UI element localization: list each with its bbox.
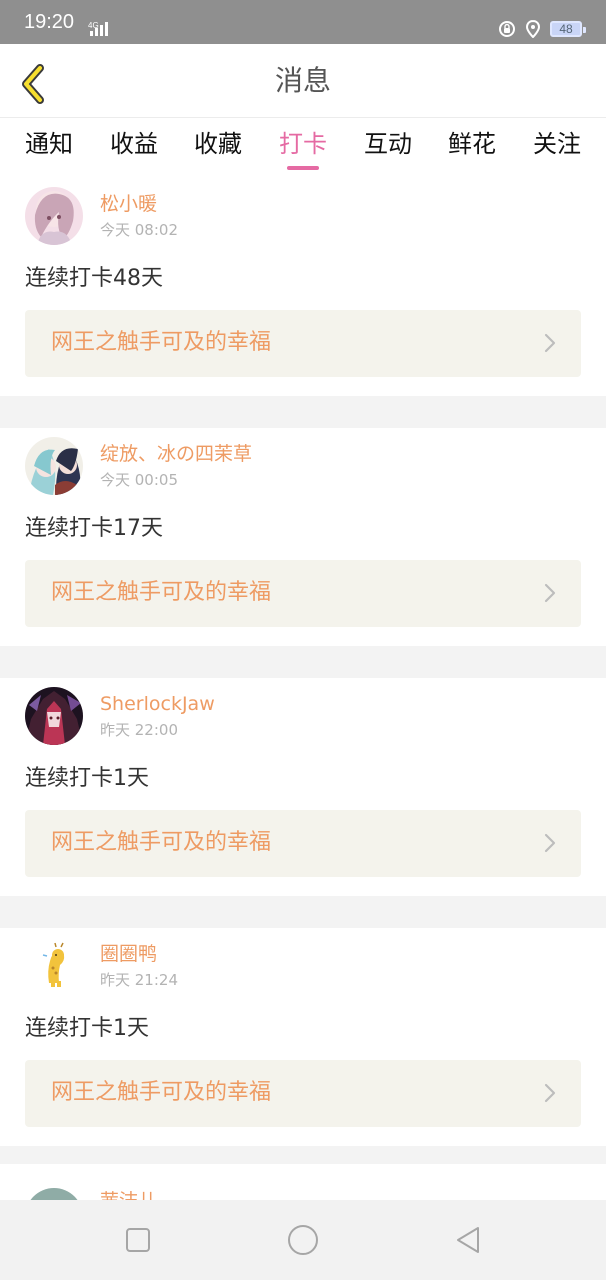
tab-flowers[interactable]: 鲜花 xyxy=(448,128,496,160)
novel-title: 网王之触手可及的幸福 xyxy=(51,330,272,355)
back-nav-button[interactable] xyxy=(452,1224,484,1256)
novel-link[interactable]: 网王之触手可及的幸福 xyxy=(25,1060,581,1127)
chevron-right-icon xyxy=(544,1083,556,1103)
avatar[interactable] xyxy=(25,187,83,245)
system-navigation-bar xyxy=(0,1200,606,1280)
chevron-right-icon xyxy=(544,583,556,603)
chevron-right-icon xyxy=(544,833,556,853)
message-card-partial: 茜沫儿 xyxy=(0,1164,606,1200)
message-card: 绽放、冰の四茉草 今天 00:05 连续打卡17天 网王之触手可及的幸福 xyxy=(0,428,606,646)
avatar[interactable] xyxy=(25,437,83,495)
active-tab-indicator xyxy=(287,166,319,170)
avatar[interactable] xyxy=(25,687,83,745)
tab-checkin[interactable]: 打卡 xyxy=(279,128,327,160)
avatar[interactable] xyxy=(25,1188,83,1200)
battery-indicator: 48 xyxy=(550,21,586,37)
avatar[interactable] xyxy=(25,937,83,995)
message-tabs: 通知 收益 收藏 打卡 互动 鲜花 关注 xyxy=(0,118,606,178)
status-time: 19:20 xyxy=(24,11,75,33)
timestamp: 今天 00:05 xyxy=(100,471,178,489)
checkin-streak: 连续打卡17天 xyxy=(25,516,163,541)
message-card: SherlockJaw 昨天 22:00 连续打卡1天 网王之触手可及的幸福 xyxy=(0,678,606,896)
home-button[interactable] xyxy=(287,1224,319,1256)
divider xyxy=(0,896,606,928)
header: 消息 xyxy=(0,44,606,118)
square-icon xyxy=(126,1228,150,1252)
novel-title: 网王之触手可及的幸福 xyxy=(51,830,272,855)
tab-following[interactable]: 关注 xyxy=(533,128,581,160)
circle-icon xyxy=(288,1225,318,1255)
lock-rotation-icon xyxy=(499,21,515,37)
recent-apps-button[interactable] xyxy=(122,1224,154,1256)
username[interactable]: 茜沫儿 xyxy=(100,1189,157,1200)
checkin-streak: 连续打卡48天 xyxy=(25,266,163,291)
divider xyxy=(0,646,606,678)
username[interactable]: 绽放、冰の四茉草 xyxy=(100,442,252,466)
tab-favorites[interactable]: 收藏 xyxy=(194,128,242,160)
tab-notifications[interactable]: 通知 xyxy=(25,128,73,160)
timestamp: 今天 08:02 xyxy=(100,221,178,239)
tab-earnings[interactable]: 收益 xyxy=(110,128,158,160)
novel-title: 网王之触手可及的幸福 xyxy=(51,1080,272,1105)
signal-icon xyxy=(90,22,108,36)
divider xyxy=(0,396,606,428)
page-title: 消息 xyxy=(274,64,331,97)
message-card: 圈圈鸭 昨天 21:24 连续打卡1天 网王之触手可及的幸福 xyxy=(0,928,606,1146)
username[interactable]: 圈圈鸭 xyxy=(100,942,157,966)
anime-avatar-pink-icon xyxy=(25,187,83,245)
username[interactable]: SherlockJaw xyxy=(100,692,215,716)
novel-link[interactable]: 网王之触手可及的幸福 xyxy=(25,560,581,627)
message-card: 松小暖 今天 08:02 连续打卡48天 网王之触手可及的幸福 xyxy=(0,178,606,396)
novel-link[interactable]: 网王之触手可及的幸福 xyxy=(25,810,581,877)
novel-title: 网王之触手可及的幸福 xyxy=(51,580,272,605)
status-right-icons: 48 xyxy=(498,20,586,38)
timestamp: 昨天 21:24 xyxy=(100,971,178,989)
chevron-right-icon xyxy=(544,333,556,353)
status-bar: 19:20 4G 48 xyxy=(0,0,606,44)
timestamp: 昨天 22:00 xyxy=(100,721,178,739)
checkin-streak: 连续打卡1天 xyxy=(25,766,149,791)
checkin-streak: 连续打卡1天 xyxy=(25,1016,149,1041)
anime-avatar-dark-icon xyxy=(25,687,83,745)
tab-interaction[interactable]: 互动 xyxy=(364,128,412,160)
giraffe-avatar-icon xyxy=(25,937,83,995)
novel-link[interactable]: 网王之触手可及的幸福 xyxy=(25,310,581,377)
triangle-back-icon xyxy=(457,1227,479,1253)
checkin-feed: 松小暖 今天 08:02 连续打卡48天 网王之触手可及的幸福 绽放、冰の四茉草 xyxy=(0,178,606,1178)
anime-avatar-duo-icon xyxy=(25,437,83,495)
location-icon xyxy=(525,20,541,38)
username[interactable]: 松小暖 xyxy=(100,192,157,216)
